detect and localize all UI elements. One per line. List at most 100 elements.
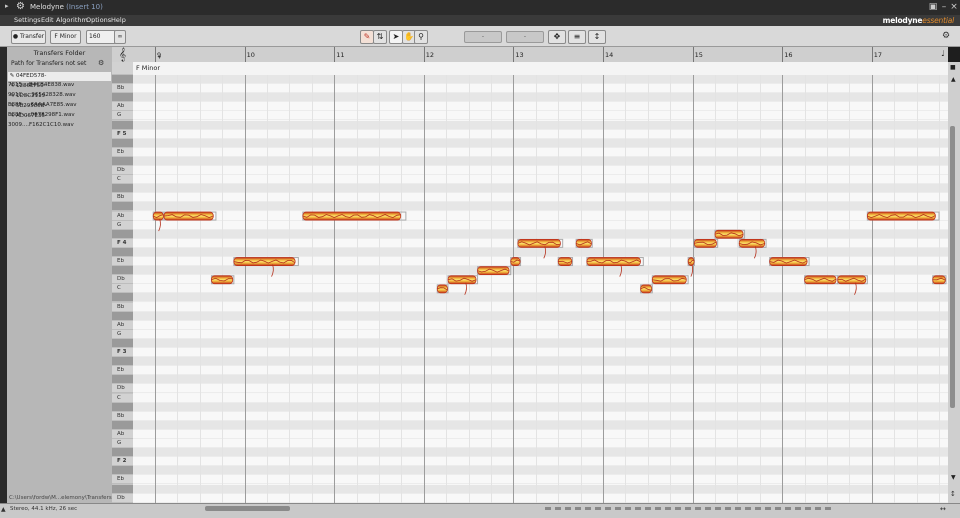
menu-help[interactable]: Help: [111, 16, 126, 24]
note-blob[interactable]: [770, 258, 809, 266]
note-blob[interactable]: [511, 258, 521, 266]
note-blob[interactable]: [739, 239, 766, 258]
note-blob[interactable]: [933, 276, 946, 284]
param-field-b[interactable]: -: [506, 31, 544, 43]
key-row[interactable]: [112, 375, 133, 384]
key-row[interactable]: [112, 184, 133, 193]
menu-algorithm[interactable]: Algorithm: [56, 16, 88, 24]
key-row[interactable]: [112, 202, 133, 211]
key-row[interactable]: Bb: [112, 193, 133, 202]
transfer-file-item[interactable]: ✎1D8C2119-E88F-....6AAAA7E85.wav: [8, 92, 111, 101]
key-row[interactable]: Ab: [112, 212, 133, 221]
key-row[interactable]: [112, 293, 133, 302]
key-row[interactable]: Eb: [112, 475, 133, 484]
treble-clef-icon[interactable]: 𝄞: [119, 47, 126, 62]
key-row[interactable]: [112, 403, 133, 412]
note-blob[interactable]: [652, 276, 688, 284]
key-row[interactable]: Bb: [112, 303, 133, 312]
quantize-time-icon[interactable]: ✥: [548, 30, 566, 44]
scroll-down-icon[interactable]: ▼: [951, 474, 956, 481]
key-row[interactable]: [112, 230, 133, 239]
key-row[interactable]: [112, 466, 133, 475]
note-blob[interactable]: [164, 212, 216, 220]
key-row[interactable]: Db: [112, 275, 133, 284]
key-row[interactable]: Ab: [112, 102, 133, 111]
key-row[interactable]: [112, 266, 133, 275]
note-blob[interactable]: [641, 285, 653, 293]
key-row[interactable]: C: [112, 394, 133, 403]
note-blob[interactable]: [153, 212, 164, 231]
horizontal-overview[interactable]: [545, 507, 835, 510]
tempo-link-icon[interactable]: ∞: [114, 30, 126, 44]
key-row[interactable]: F 3: [112, 348, 133, 357]
key-row[interactable]: [112, 312, 133, 321]
note-blob[interactable]: [211, 276, 233, 284]
note-blob[interactable]: [688, 258, 694, 277]
key-row[interactable]: F 5: [112, 130, 133, 139]
minimize-icon[interactable]: –: [939, 2, 949, 12]
key-selector-button[interactable]: F Minor: [50, 30, 81, 44]
key-row[interactable]: G: [112, 439, 133, 448]
pitch-tool-icon[interactable]: ⇅: [373, 30, 387, 44]
key-row[interactable]: C: [112, 284, 133, 293]
note-blob[interactable]: [303, 212, 406, 220]
note-blob[interactable]: [448, 276, 478, 295]
horizontal-zoom-icon[interactable]: ↔: [940, 505, 946, 513]
key-row[interactable]: Bb: [112, 412, 133, 421]
key-row[interactable]: Bb: [112, 84, 133, 93]
pitch-keyboard[interactable]: BbAbGF 5EbDbCBbAbGF 4EbDbCBbAbGF 3EbDbCB…: [112, 62, 133, 503]
vertical-scroll-thumb[interactable]: [950, 126, 955, 408]
key-row[interactable]: Eb: [112, 366, 133, 375]
key-row[interactable]: [112, 485, 133, 494]
key-row[interactable]: G: [112, 111, 133, 120]
param-field-a[interactable]: -: [464, 31, 502, 43]
note-blob[interactable]: [518, 239, 563, 258]
key-row[interactable]: [112, 357, 133, 366]
note-blob[interactable]: [558, 258, 572, 266]
note-blob[interactable]: [838, 276, 868, 295]
settings-gear-icon[interactable]: ⚙: [942, 31, 950, 41]
zoom-tool-icon[interactable]: ⚲: [414, 30, 428, 44]
note-blob[interactable]: [437, 285, 448, 293]
vertical-zoom-icon[interactable]: ↕: [950, 490, 956, 498]
key-row[interactable]: Ab: [112, 321, 133, 330]
key-row[interactable]: [112, 62, 133, 75]
key-row[interactable]: [112, 448, 133, 457]
note-blob[interactable]: [576, 239, 592, 247]
key-row[interactable]: [112, 93, 133, 102]
pitch-drift-icon[interactable]: ↕: [588, 30, 606, 44]
expand-arrow-icon[interactable]: ▸: [5, 2, 9, 10]
scale-bar[interactable]: F Minor: [133, 62, 948, 76]
key-row[interactable]: Db: [112, 166, 133, 175]
key-row[interactable]: Eb: [112, 257, 133, 266]
menu-options[interactable]: Options: [86, 16, 111, 24]
lock-icon[interactable]: ■: [950, 64, 956, 71]
transfer-button[interactable]: ● Transfer: [11, 30, 46, 44]
note-blob[interactable]: [478, 267, 511, 275]
key-row[interactable]: [112, 121, 133, 130]
metronome-icon[interactable]: ♩: [941, 49, 945, 58]
vertical-scrollbar[interactable]: ■ ▲ ▼ ↕: [948, 62, 960, 503]
correct-pitch-icon[interactable]: ≡: [568, 30, 586, 44]
transfer-file-item[interactable]: ✎04FED578-7815....B4CB4E838.wav: [8, 72, 111, 81]
pointer-tool-icon[interactable]: ➤: [389, 30, 403, 44]
key-row[interactable]: G: [112, 330, 133, 339]
key-row[interactable]: C: [112, 175, 133, 184]
key-row[interactable]: G: [112, 221, 133, 230]
bar-ruler[interactable]: 𝄞 ▾ ♩ 91011121314151617: [112, 47, 948, 63]
key-row[interactable]: Db: [112, 494, 133, 503]
menu-settings[interactable]: Settings: [14, 16, 41, 24]
key-row[interactable]: F 2: [112, 457, 133, 466]
note-blob[interactable]: [867, 212, 939, 220]
key-row[interactable]: [112, 75, 133, 84]
main-tool-icon[interactable]: ✎: [360, 30, 374, 44]
transfer-file-item[interactable]: ✎1286EF50-991C-....965428328.wav: [8, 82, 111, 91]
key-row[interactable]: F 4: [112, 239, 133, 248]
key-row[interactable]: [112, 339, 133, 348]
tempo-field[interactable]: 160: [86, 30, 116, 44]
note-blob[interactable]: [715, 230, 745, 238]
key-row[interactable]: [112, 139, 133, 148]
key-row[interactable]: Db: [112, 384, 133, 393]
horizontal-scroll-thumb[interactable]: [205, 506, 290, 511]
menu-edit[interactable]: Edit: [41, 16, 54, 24]
